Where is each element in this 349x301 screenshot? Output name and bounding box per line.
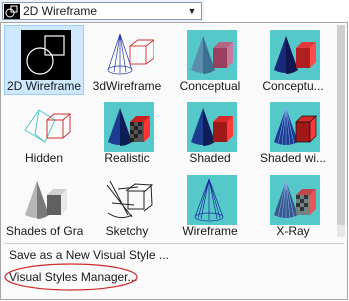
menu-separator: [4, 243, 344, 244]
style-tile-conceptual[interactable]: Conceptual: [170, 25, 250, 95]
2d-wireframe-icon: [4, 4, 20, 19]
style-label: Sketchy: [105, 224, 149, 238]
style-label: Realistic: [104, 151, 150, 165]
style-label: 2D Wireframe: [6, 79, 81, 93]
style-label: Conceptu...: [262, 79, 324, 93]
conceptual-thumbnail: [187, 30, 237, 80]
sketchy-thumbnail: [104, 175, 154, 225]
chevron-down-icon[interactable]: ▼: [185, 3, 199, 19]
visual-style-dropdown[interactable]: 2D Wireframe ▼: [2, 2, 202, 20]
scrollbar-thumb[interactable]: [337, 25, 345, 225]
visual-styles-gallery-panel: 2D Wireframe 3dWireframe Conceptual Conc…: [0, 22, 348, 300]
style-tile-shaded[interactable]: Shaded: [170, 97, 250, 167]
wireframe-thumbnail: [187, 175, 237, 225]
style-tile-sketchy[interactable]: Sketchy: [87, 170, 167, 240]
shaded-with-edges-thumbnail: [270, 102, 320, 152]
hidden-thumbnail: [21, 102, 71, 152]
style-label: Shaded wi...: [259, 151, 327, 165]
shades-of-gray-thumbnail: [21, 175, 71, 225]
3d-wireframe-thumbnail: [104, 30, 154, 80]
x-ray-thumbnail: [270, 175, 320, 225]
conceptual-variant-thumbnail: [270, 30, 320, 80]
2d-wireframe-thumbnail: [21, 30, 71, 80]
style-label: Hidden: [24, 151, 64, 165]
shaded-thumbnail: [187, 102, 237, 152]
style-label: Wireframe: [182, 224, 238, 238]
dropdown-selected-value: 2D Wireframe: [23, 4, 98, 18]
style-tile-shaded-with-edges[interactable]: Shaded wi...: [253, 97, 333, 167]
annotation-circle: [4, 263, 138, 291]
style-tile-hidden[interactable]: Hidden: [4, 97, 84, 167]
toolbar-strip: 2D Wireframe ▼: [0, 0, 204, 22]
style-label: 3dWireframe: [92, 79, 162, 93]
style-label: X-Ray: [276, 224, 310, 238]
style-label: Shaded: [189, 151, 231, 165]
realistic-thumbnail: [104, 102, 154, 152]
style-tile-2d-wireframe[interactable]: 2D Wireframe: [4, 25, 84, 95]
style-gallery: 2D Wireframe 3dWireframe Conceptual Conc…: [4, 25, 337, 243]
style-label: Shades of Gray: [6, 224, 83, 238]
style-tile-shades-of-gray[interactable]: Shades of Gray: [4, 170, 84, 240]
style-tile-3dwireframe[interactable]: 3dWireframe: [87, 25, 167, 95]
style-tile-conceptual-variant[interactable]: Conceptu...: [253, 25, 333, 95]
style-tile-realistic[interactable]: Realistic: [87, 97, 167, 167]
gallery-scrollbar[interactable]: [337, 25, 345, 237]
style-label: Conceptual: [179, 79, 241, 93]
style-tile-x-ray[interactable]: X-Ray: [253, 170, 333, 240]
style-tile-wireframe[interactable]: Wireframe: [170, 170, 250, 240]
